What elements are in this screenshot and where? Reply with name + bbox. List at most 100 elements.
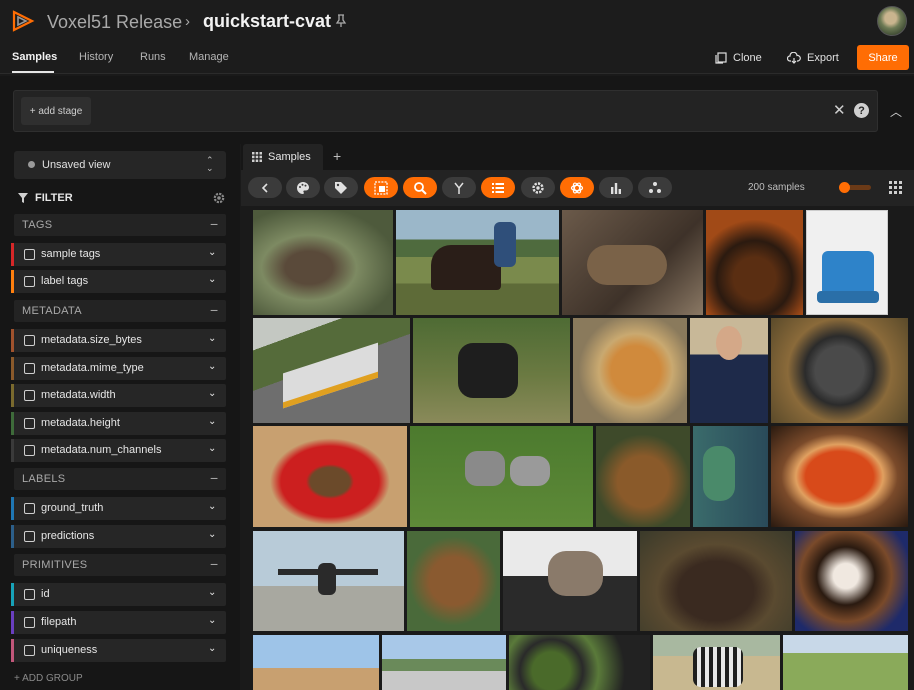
share-button[interactable]: Share [857,45,909,70]
settings-button[interactable] [521,177,555,198]
group-tags[interactable]: TAGS − [14,214,226,236]
checkbox[interactable] [24,617,35,628]
checkbox[interactable] [24,363,35,374]
field-filepath[interactable]: filepath ⌄ [11,611,226,634]
sample-tile-dogs[interactable] [410,426,593,527]
checkbox[interactable] [24,249,35,260]
chevron-up-icon[interactable]: ︿ [890,103,902,120]
chevron-down-icon[interactable]: ⌄ [208,615,216,626]
chevron-down-icon[interactable]: ⌄ [208,443,216,454]
sample-tile-food[interactable] [253,426,407,527]
sample-tile-cat-window[interactable] [503,531,637,631]
sample-tile-dog-ears[interactable] [253,635,379,690]
sample-tile-broccoli[interactable] [509,635,650,690]
chevron-down-icon[interactable]: ⌄ [208,274,216,285]
field-metadata-width[interactable]: metadata.width ⌄ [11,384,226,407]
grid-zoom-slider[interactable] [839,182,871,193]
color-scheme-button[interactable] [286,177,320,198]
tab-manage[interactable]: Manage [189,51,229,63]
collapse-icon[interactable]: − [210,216,218,232]
breadcrumb-team[interactable]: Voxel51 Release [47,12,182,33]
sample-tile-dog-car[interactable] [795,531,908,631]
sample-tile-cat-mirror[interactable] [573,318,687,423]
checkbox[interactable] [24,445,35,456]
gear-icon[interactable] [212,191,226,205]
slider-knob[interactable] [839,182,850,193]
checkbox[interactable] [24,335,35,346]
openai-button[interactable] [560,177,594,198]
chevron-down-icon[interactable]: ⌄ [208,501,216,512]
add-group-button[interactable]: + ADD GROUP [14,673,83,684]
field-id[interactable]: id ⌄ [11,583,226,606]
export-button[interactable]: Export [787,48,839,68]
field-sample-tags[interactable]: sample tags ⌄ [11,243,226,266]
tab-history[interactable]: History [79,51,113,63]
dataset-title[interactable]: quickstart-cvat [203,11,331,32]
field-ground-truth[interactable]: ground_truth ⌄ [11,497,226,520]
histogram-button[interactable] [599,177,633,198]
field-uniqueness[interactable]: uniqueness ⌄ [11,639,226,662]
sample-tile-cat-bed[interactable] [562,210,703,315]
field-metadata-mime-type[interactable]: metadata.mime_type ⌄ [11,357,226,380]
sample-grid[interactable] [252,209,914,690]
chevron-down-icon[interactable]: ⌄ [208,388,216,399]
sample-tile-zebras[interactable] [653,635,780,690]
chevron-down-icon[interactable]: ⌄ [208,247,216,258]
sample-tile-turkey[interactable] [253,210,393,315]
tab-runs[interactable]: Runs [140,51,166,63]
sample-tile-street[interactable] [382,635,506,690]
checkbox[interactable] [24,276,35,287]
back-button[interactable] [248,177,282,198]
list-button[interactable] [481,177,515,198]
tab-samples[interactable]: Samples [12,51,57,63]
sample-tile-boy-toy[interactable] [693,426,768,527]
sample-tile-cake[interactable] [806,210,888,315]
sample-tile-man[interactable] [690,318,768,423]
embeddings-button[interactable] [638,177,672,198]
chevron-down-icon[interactable]: ⌄ [208,333,216,344]
checkbox[interactable] [24,418,35,429]
sample-tile-train[interactable] [253,318,410,423]
merge-button[interactable] [442,177,476,198]
group-primitives[interactable]: PRIMITIVES − [14,554,226,576]
sample-tile-airplane[interactable] [253,531,404,631]
chevron-down-icon[interactable]: ⌄ [208,643,216,654]
collapse-icon[interactable]: − [210,302,218,318]
sample-tile-brown-bear[interactable] [596,426,690,527]
chevron-down-icon[interactable]: ⌄ [208,587,216,598]
help-icon[interactable]: ? [854,103,869,118]
close-icon[interactable]: ✕ [833,103,846,118]
checkbox[interactable] [24,645,35,656]
sample-tile-dinner[interactable] [706,210,803,315]
clone-button[interactable]: Clone [715,48,762,68]
avatar[interactable] [877,6,907,36]
view-bar[interactable]: + add stage ✕ ? [13,90,878,132]
field-metadata-size-bytes[interactable]: metadata.size_bytes ⌄ [11,329,226,352]
sample-tile-cat-bowl[interactable] [771,318,908,423]
collapse-icon[interactable]: − [210,470,218,486]
pin-icon[interactable] [335,14,347,28]
field-predictions[interactable]: predictions ⌄ [11,525,226,548]
field-label-tags[interactable]: label tags ⌄ [11,270,226,293]
similarity-search-button[interactable] [403,177,437,198]
chevron-down-icon[interactable]: ⌄ [208,361,216,372]
sample-tile-bears-fighting[interactable] [640,531,792,631]
fiftyone-logo-icon[interactable] [11,9,35,33]
collapse-icon[interactable]: − [210,556,218,572]
field-metadata-num-channels[interactable]: metadata.num_channels ⌄ [11,439,226,462]
checkbox[interactable] [24,390,35,401]
checkbox[interactable] [24,589,35,600]
grid-view-icon[interactable] [889,181,902,194]
sample-tile-zebra-field[interactable] [783,635,908,690]
field-metadata-height[interactable]: metadata.height ⌄ [11,412,226,435]
sample-tile-cow[interactable] [413,318,570,423]
add-stage-button[interactable]: + add stage [21,97,91,125]
sample-tile-bear-grass[interactable] [407,531,500,631]
sample-tile-pizza[interactable] [771,426,908,527]
patches-button[interactable] [364,177,398,198]
checkbox[interactable] [24,531,35,542]
group-metadata[interactable]: METADATA − [14,300,226,322]
tag-button[interactable] [324,177,358,198]
checkbox[interactable] [24,503,35,514]
saved-view-select[interactable]: Unsaved view ⌃ ⌄ [14,151,226,179]
